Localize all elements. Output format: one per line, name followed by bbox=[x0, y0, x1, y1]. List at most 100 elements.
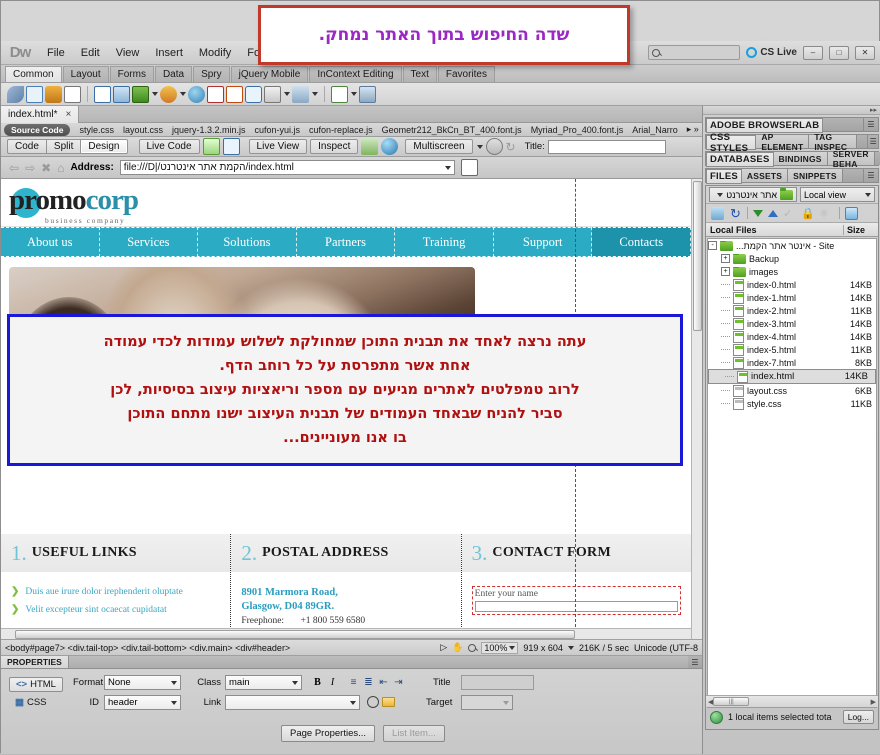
tab-jquery-mobile[interactable]: jQuery Mobile bbox=[230, 66, 309, 82]
related-file-myriad[interactable]: Myriad_Pro_400.font.js bbox=[531, 125, 624, 135]
live-view-options-icon[interactable] bbox=[361, 138, 379, 155]
tab-layout[interactable]: Layout bbox=[62, 66, 109, 82]
paint-dropdown-caret-icon[interactable] bbox=[284, 92, 290, 96]
media-dropdown-caret-icon[interactable] bbox=[152, 92, 158, 96]
multiscreen-button[interactable]: Multiscreen bbox=[405, 139, 473, 154]
view-options-icon[interactable] bbox=[485, 138, 503, 155]
tab-text[interactable]: Text bbox=[402, 66, 437, 82]
page-title-input[interactable] bbox=[547, 139, 666, 154]
tab-data[interactable]: Data bbox=[154, 66, 193, 82]
code-view-button[interactable]: Code bbox=[7, 139, 46, 154]
tab-assets[interactable]: ASSETS bbox=[741, 169, 789, 182]
col-local-files[interactable]: Local Files bbox=[706, 224, 844, 235]
nav-item-solutions[interactable]: Solutions bbox=[198, 227, 297, 257]
tab-incontext-editing[interactable]: InContext Editing bbox=[309, 66, 402, 82]
restore-button[interactable]: □ bbox=[829, 45, 849, 60]
nav-item-services[interactable]: Services bbox=[100, 227, 199, 257]
comment-icon[interactable] bbox=[245, 85, 262, 103]
menu-modify[interactable]: Modify bbox=[191, 44, 239, 62]
chevron-down-icon[interactable] bbox=[444, 165, 451, 170]
useful-link-2[interactable]: ❯ Velit excepteur sint ocaecat cupidatat bbox=[11, 604, 220, 615]
html-properties-button[interactable]: <> HTML bbox=[9, 677, 63, 692]
outdent-icon[interactable]: ⇤ bbox=[377, 676, 390, 689]
hyperlink-icon[interactable] bbox=[7, 85, 24, 103]
paint-icon[interactable] bbox=[264, 85, 281, 103]
log-button[interactable]: Log... bbox=[842, 710, 874, 724]
inspect-browser-icon[interactable] bbox=[202, 138, 220, 155]
css-properties-button[interactable]: ▦ CSS bbox=[9, 696, 63, 709]
back-arrow-icon[interactable]: ⇦ bbox=[9, 161, 19, 175]
refresh-icon[interactable]: ↻ bbox=[729, 207, 742, 220]
tab-properties[interactable]: PROPERTIES bbox=[1, 656, 69, 668]
table-row[interactable]: index-5.html 11KB bbox=[708, 343, 876, 356]
put-files-icon[interactable] bbox=[768, 209, 778, 217]
collapse-expander-icon[interactable]: - bbox=[708, 241, 717, 250]
close-icon[interactable]: × bbox=[65, 109, 71, 120]
home-icon[interactable]: ⌂ bbox=[57, 161, 64, 175]
nav-item-partners[interactable]: Partners bbox=[297, 227, 396, 257]
connect-icon[interactable] bbox=[711, 206, 724, 220]
css-panel-menu-icon[interactable]: ☰ bbox=[868, 135, 878, 148]
templates-icon[interactable] bbox=[331, 85, 348, 103]
tab-ap-elements[interactable]: AP ELEMENT bbox=[756, 132, 810, 152]
col-size[interactable]: Size bbox=[844, 225, 878, 235]
italic-button[interactable]: I bbox=[326, 676, 339, 689]
table-row[interactable]: - Site - אינטר אתר הקמת... bbox=[708, 239, 876, 252]
files-tree[interactable]: - Site - אינטר אתר הקמת... + Backup + image… bbox=[707, 238, 877, 708]
address-input[interactable]: file:///D|/הקמת אתר אינטרנט/index.html bbox=[119, 160, 455, 175]
view-selector[interactable]: Local view bbox=[800, 187, 875, 202]
tab-databases[interactable]: DATABASES bbox=[706, 152, 774, 167]
canvas-vscroll-thumb[interactable] bbox=[693, 181, 702, 331]
files-horizontal-scrollbar[interactable]: ◀ ||| ▶ bbox=[706, 695, 878, 707]
zoom-level-select[interactable]: 100% bbox=[481, 641, 519, 654]
id-select[interactable]: header bbox=[104, 695, 181, 710]
table-row[interactable]: index-4.html 14KB bbox=[708, 330, 876, 343]
table-row[interactable]: + Backup bbox=[708, 252, 876, 265]
browserlab-panel-menu-icon[interactable]: ☰ bbox=[864, 118, 878, 131]
files-hscroll-thumb[interactable]: ||| bbox=[713, 697, 750, 706]
link-select[interactable] bbox=[225, 695, 360, 710]
hand-tool-icon[interactable]: ✋ bbox=[452, 642, 463, 653]
menu-file[interactable]: File bbox=[39, 44, 73, 62]
tab-forms[interactable]: Forms bbox=[109, 66, 154, 82]
file-management-icon[interactable] bbox=[460, 159, 478, 176]
table-row[interactable]: style.css 11KB bbox=[708, 397, 876, 410]
table-row[interactable]: index-7.html 8KB bbox=[708, 356, 876, 369]
browse-for-file-icon[interactable] bbox=[382, 697, 395, 707]
related-file-arial-narrow[interactable]: Arial_Narro bbox=[632, 125, 678, 135]
email-link-icon[interactable] bbox=[26, 85, 43, 103]
tag-chooser-icon[interactable] bbox=[292, 85, 309, 103]
table-row[interactable]: index-0.html 14KB bbox=[708, 278, 876, 291]
table-row[interactable]: index-1.html 14KB bbox=[708, 291, 876, 304]
refresh-icon[interactable]: ↻ bbox=[506, 140, 516, 154]
forward-arrow-icon[interactable]: ⇨ bbox=[25, 161, 35, 175]
canvas-hscroll-thumb[interactable] bbox=[15, 630, 575, 639]
contact-form-name-input[interactable] bbox=[474, 601, 678, 612]
site-selector[interactable]: אתר אינטרנט bbox=[709, 187, 797, 202]
point-to-file-icon[interactable] bbox=[367, 696, 379, 708]
split-view-button[interactable]: Split bbox=[45, 139, 81, 154]
get-files-icon[interactable] bbox=[753, 209, 763, 217]
tag-chooser-caret-icon[interactable] bbox=[312, 92, 318, 96]
tag-selector[interactable]: <body#page7> <div.tail-top> <div.tail-bo… bbox=[5, 643, 290, 653]
preview-in-browser-icon[interactable] bbox=[381, 138, 399, 155]
nav-item-about-us[interactable]: About us bbox=[1, 227, 100, 257]
related-file-style-css[interactable]: style.css bbox=[79, 125, 114, 135]
tab-favorites[interactable]: Favorites bbox=[437, 66, 495, 82]
tab-server-behaviors[interactable]: SERVER BEHA bbox=[827, 149, 875, 169]
related-files-overflow-icon[interactable]: ▸ » bbox=[687, 124, 699, 135]
stop-icon[interactable]: ✖ bbox=[41, 161, 51, 175]
tab-tag-inspector[interactable]: TAG INSPEC bbox=[809, 132, 858, 152]
multiscreen-caret-icon[interactable] bbox=[476, 144, 483, 149]
nav-item-contacts[interactable]: Contacts bbox=[592, 227, 692, 257]
related-file-cufon-yui[interactable]: cufon-yui.js bbox=[255, 125, 301, 135]
files-panel-menu-icon[interactable]: ☰ bbox=[864, 169, 878, 182]
related-file-layout-css[interactable]: layout.css bbox=[123, 125, 163, 135]
window-size-value[interactable]: 919 x 604 bbox=[523, 643, 563, 653]
dock-collapse-handle[interactable]: ▸▸ bbox=[703, 106, 880, 115]
unordered-list-icon[interactable]: ≡ bbox=[347, 676, 360, 689]
close-button[interactable]: ✕ bbox=[855, 45, 875, 60]
indent-icon[interactable]: ⇥ bbox=[392, 676, 405, 689]
source-code-button[interactable]: Source Code bbox=[4, 123, 71, 136]
help-search-input[interactable] bbox=[648, 45, 741, 60]
